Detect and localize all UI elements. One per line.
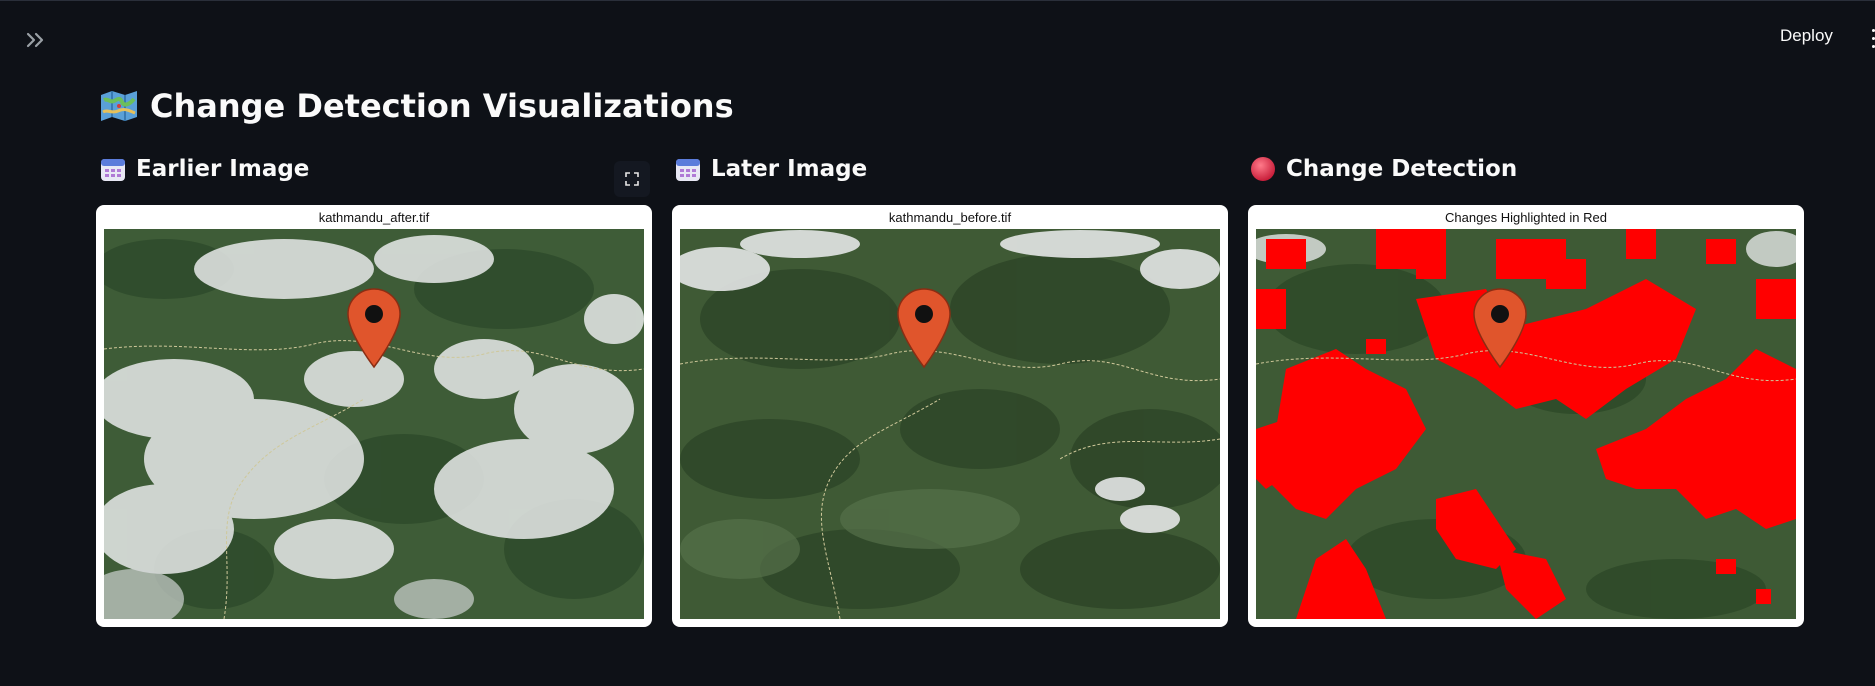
column-header-change: Change Detection bbox=[1250, 152, 1517, 186]
expand-sidebar-button[interactable] bbox=[20, 24, 52, 56]
top-divider bbox=[0, 0, 1875, 1]
map-icon bbox=[101, 91, 137, 121]
image-caption: kathmandu_before.tif bbox=[888, 210, 1012, 225]
red-circle-icon bbox=[1251, 157, 1275, 181]
column-header-label: Earlier Image bbox=[136, 156, 310, 182]
calendar-icon bbox=[101, 159, 125, 181]
column-header-earlier: Earlier Image bbox=[100, 152, 309, 186]
calendar-icon bbox=[676, 159, 700, 181]
image-caption: kathmandu_after.tif bbox=[318, 210, 430, 225]
double-chevron-right-icon bbox=[26, 32, 44, 48]
column-header-label: Change Detection bbox=[1286, 156, 1518, 182]
image-card-later: kathmandu_before.tif bbox=[672, 205, 1228, 627]
image-card-change: Changes Highlighted in Red bbox=[1248, 205, 1804, 627]
column-header-label: Later Image bbox=[711, 156, 868, 182]
change-detection-image[interactable] bbox=[1256, 229, 1796, 619]
satellite-image-earlier[interactable] bbox=[104, 229, 644, 619]
main-menu-icon[interactable] bbox=[1864, 29, 1875, 51]
image-card-earlier: kathmandu_after.tif bbox=[96, 205, 652, 627]
page-title: Change Detection Visualizations bbox=[150, 87, 734, 125]
deploy-button[interactable]: Deploy bbox=[1780, 26, 1833, 46]
fullscreen-button[interactable] bbox=[614, 161, 650, 197]
expand-icon bbox=[625, 172, 639, 186]
page-title-row: Change Detection Visualizations bbox=[100, 84, 734, 128]
column-header-later: Later Image bbox=[675, 152, 867, 186]
satellite-image-later[interactable] bbox=[680, 229, 1220, 619]
image-caption: Changes Highlighted in Red bbox=[1445, 210, 1607, 225]
